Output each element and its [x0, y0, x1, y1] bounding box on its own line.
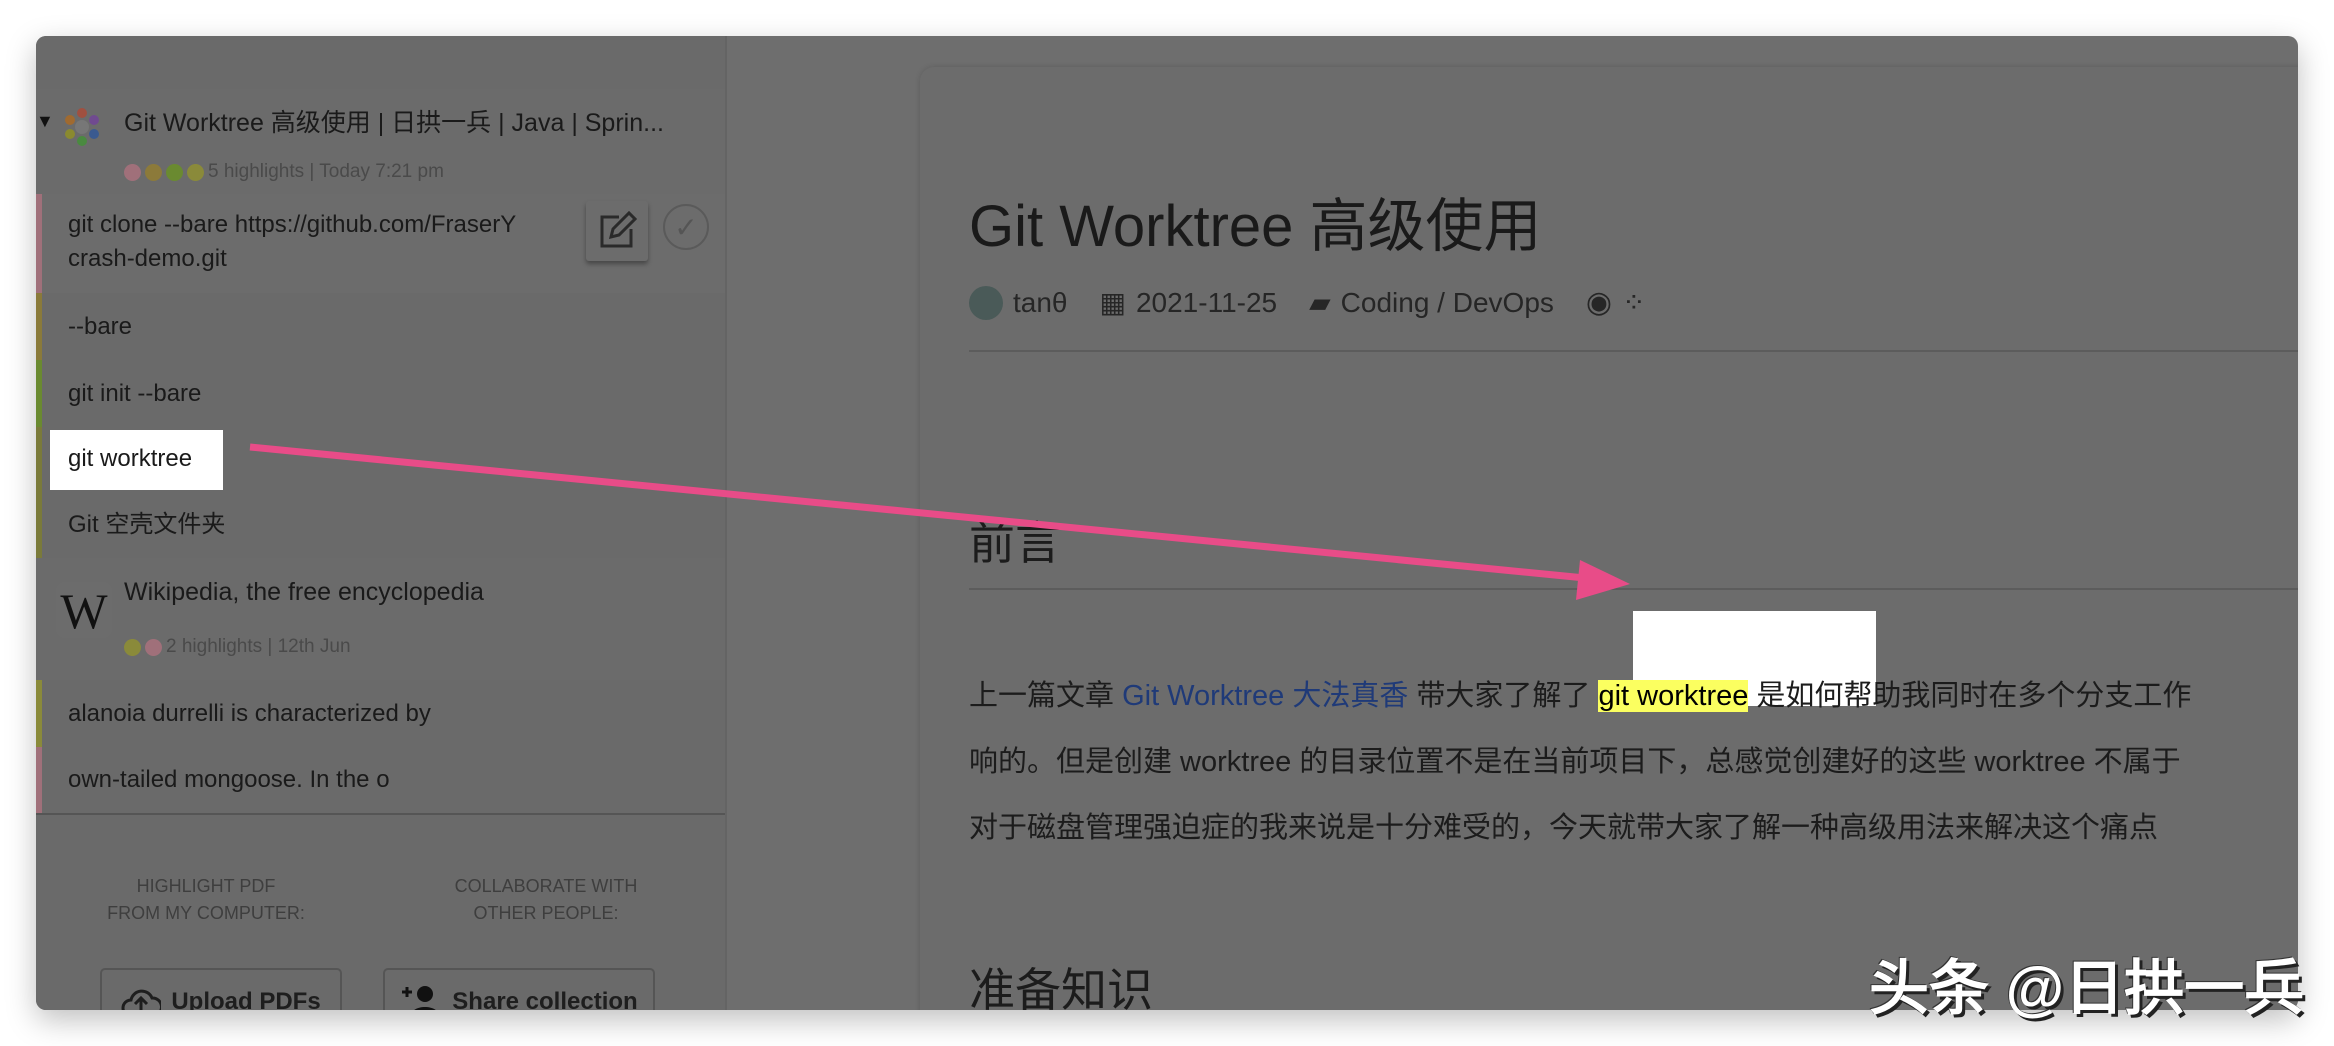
arrow-head-icon: [1576, 560, 1630, 600]
watermark: 头条 @日拱一兵: [1869, 955, 2305, 1022]
annotation-arrow: [249, 443, 1630, 600]
